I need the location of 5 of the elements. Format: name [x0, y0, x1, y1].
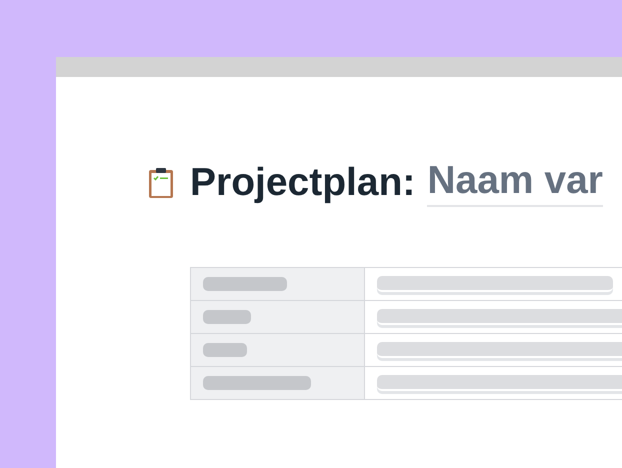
page-title: Projectplan: — [190, 161, 416, 205]
title-field[interactable]: Naam var — [427, 159, 603, 207]
clipboard-icon — [148, 167, 174, 199]
placeholder-bar — [203, 310, 251, 324]
placeholder-bar — [203, 343, 247, 357]
